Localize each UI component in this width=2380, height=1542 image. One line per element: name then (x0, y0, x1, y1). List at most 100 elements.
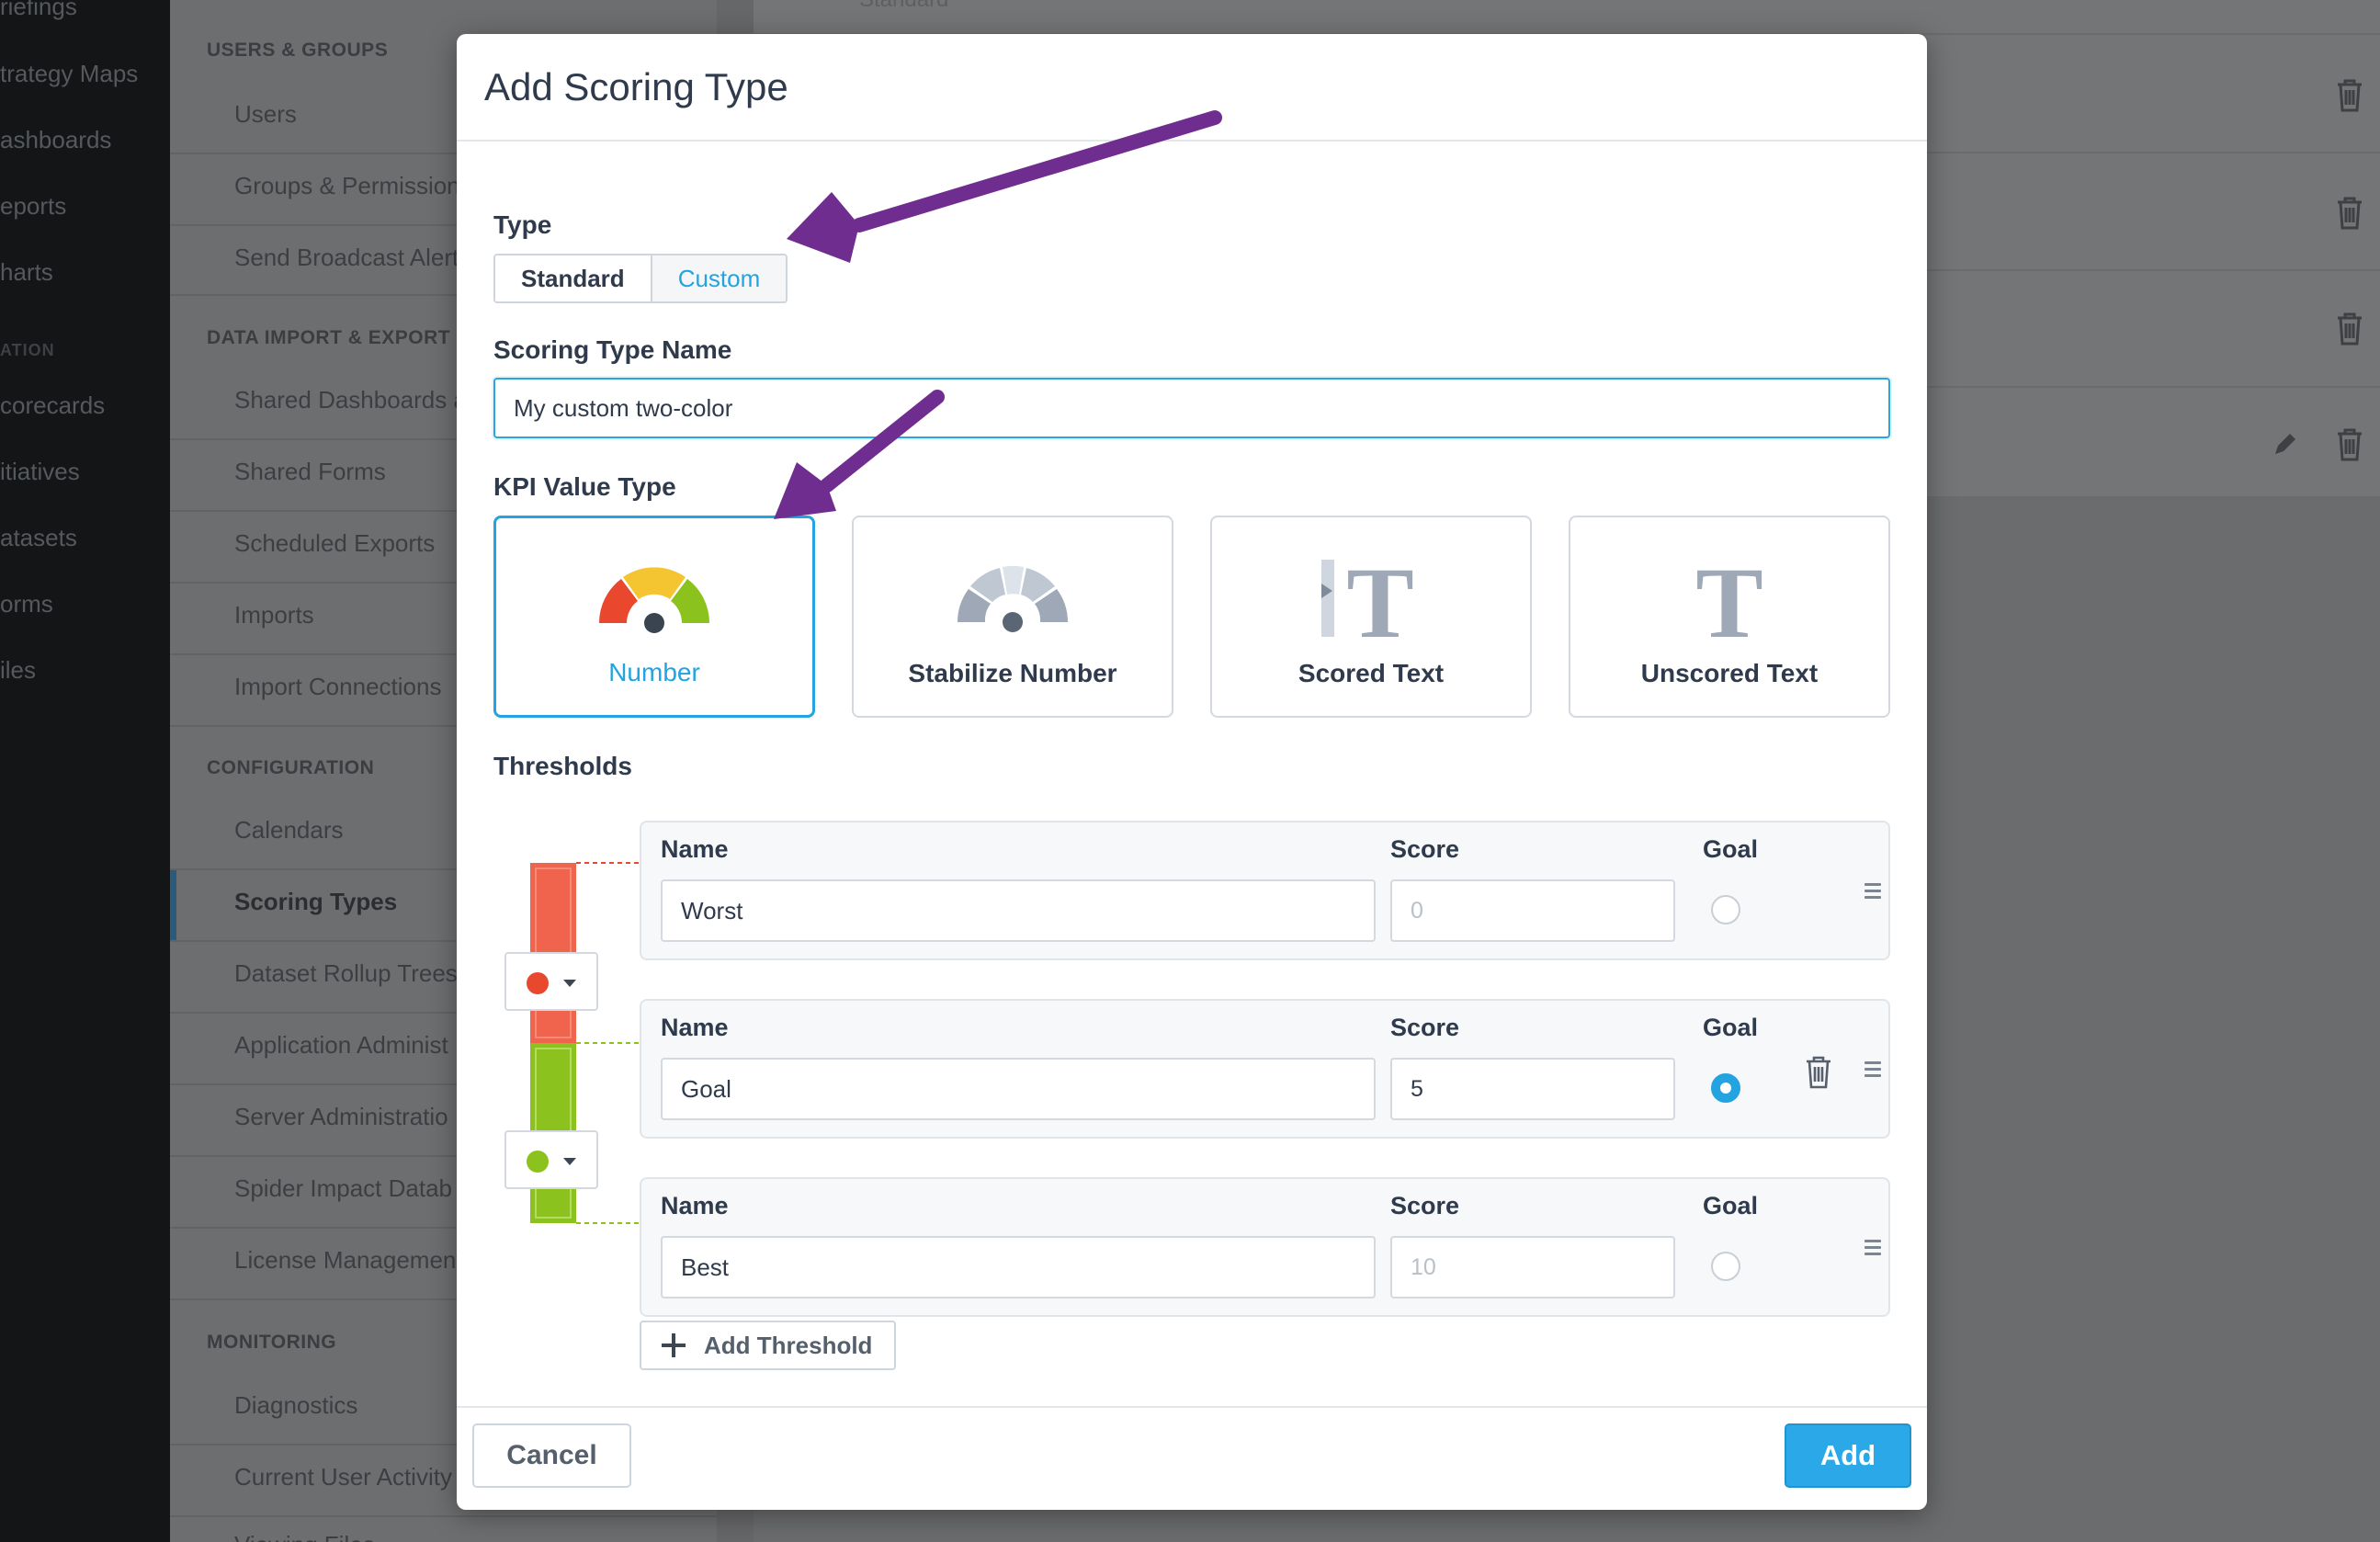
nav-item-scorecards[interactable]: corecards (0, 391, 105, 420)
trash-icon[interactable] (2334, 426, 2365, 463)
drag-handle-icon[interactable] (1864, 883, 1881, 899)
type-toggle: Standard Custom (493, 254, 788, 303)
kpi-type-stabilize-number-label: Stabilize Number (908, 659, 1117, 687)
left-navigation: riefings trategy Maps ashboards eports h… (0, 0, 170, 1542)
settings-item-groups-permissions[interactable]: Groups & Permissions (234, 172, 472, 200)
nav-item-strategy-maps[interactable]: trategy Maps (0, 60, 138, 88)
nav-item-files[interactable]: iles (0, 656, 36, 685)
list-item-label: Standard (859, 0, 948, 13)
settings-item-spider-impact-database[interactable]: Spider Impact Datab (234, 1174, 452, 1203)
section-monitoring: MONITORING (207, 1332, 337, 1353)
kpi-type-stabilize-number[interactable]: Stabilize Number (852, 516, 1173, 718)
gauge-color-icon (599, 567, 709, 633)
plus-icon (662, 1333, 686, 1357)
color-swatch (527, 1151, 549, 1173)
kpi-type-number[interactable]: Number (493, 516, 815, 718)
add-threshold-button[interactable]: Add Threshold (640, 1321, 897, 1370)
threshold-name-input[interactable]: Goal (661, 1058, 1376, 1120)
scoring-type-name-label: Scoring Type Name (493, 335, 732, 364)
trash-icon[interactable] (2334, 195, 2365, 232)
settings-item-server-administration[interactable]: Server Administratio (234, 1103, 448, 1131)
goal-radio[interactable] (1711, 895, 1740, 924)
cancel-button[interactable]: Cancel (472, 1423, 631, 1488)
color-picker-goal[interactable] (504, 1130, 598, 1189)
gauge-gray-icon (958, 565, 1068, 632)
scored-text-icon: T (1321, 552, 1414, 644)
add-button[interactable]: Add (1785, 1423, 1911, 1488)
settings-item-imports[interactable]: Imports (234, 601, 314, 629)
goal-column-label: Goal (1703, 1192, 1759, 1219)
drag-handle-icon[interactable] (1864, 1061, 1881, 1077)
dialog-title: Add Scoring Type (484, 64, 788, 108)
settings-item-calendars[interactable]: Calendars (234, 816, 344, 845)
nav-item-datasets[interactable]: atasets (0, 524, 77, 552)
drag-handle-icon[interactable] (1864, 1240, 1881, 1255)
svg-text:T: T (1346, 552, 1413, 644)
kpi-type-unscored-text-label: Unscored Text (1640, 659, 1819, 687)
goal-column-label: Goal (1703, 1014, 1759, 1041)
trash-icon[interactable] (1803, 1054, 1834, 1091)
type-custom-button[interactable]: Custom (650, 255, 787, 301)
nav-section-organization: ATION (0, 341, 55, 359)
kpi-type-scored-text-label: Scored Text (1298, 659, 1445, 687)
nav-item-briefings[interactable]: riefings (0, 0, 77, 21)
add-scoring-type-dialog: Add Scoring Type Type Standard Custom Sc… (457, 34, 1927, 1510)
section-configuration: CONFIGURATION (207, 757, 375, 778)
scoring-type-name-input[interactable]: My custom two-color (493, 378, 1890, 438)
settings-item-diagnostics[interactable]: Diagnostics (234, 1391, 357, 1420)
score-column-label: Score (1390, 1192, 1460, 1219)
threshold-score-input[interactable]: 5 (1390, 1058, 1675, 1120)
settings-item-viewing-files[interactable]: Viewing Files (234, 1531, 375, 1542)
unscored-text-icon: T (1695, 552, 1762, 644)
pencil-icon[interactable] (2272, 430, 2299, 458)
type-label: Type (493, 210, 552, 239)
settings-item-send-broadcast-alert[interactable]: Send Broadcast Alert (234, 244, 459, 272)
threshold-score-input[interactable]: 10 (1390, 1236, 1675, 1298)
threshold-color-band (530, 862, 639, 1224)
threshold-score-input[interactable]: 0 (1390, 879, 1675, 942)
nav-item-charts[interactable]: harts (0, 258, 53, 287)
settings-item-application-administration[interactable]: Application Administ (234, 1031, 448, 1060)
settings-item-scheduled-exports[interactable]: Scheduled Exports (234, 529, 435, 558)
threshold-name-input[interactable]: Best (661, 1236, 1376, 1298)
dialog-header: Add Scoring Type (457, 34, 1927, 142)
score-column-label: Score (1390, 1014, 1460, 1041)
dialog-body: Type Standard Custom Scoring Type Name M… (457, 142, 1927, 1440)
type-standard-button[interactable]: Standard (495, 255, 651, 301)
settings-item-license-management[interactable]: License Management (234, 1246, 463, 1275)
active-indicator (170, 870, 176, 940)
threshold-name-input[interactable]: Worst (661, 879, 1376, 942)
section-data-import-export: DATA IMPORT & EXPORT (207, 327, 451, 348)
settings-item-shared-forms[interactable]: Shared Forms (234, 458, 386, 486)
settings-item-current-user-activity[interactable]: Current User Activity (234, 1463, 452, 1491)
caret-down-icon (563, 1158, 576, 1165)
settings-item-dataset-rollup-trees[interactable]: Dataset Rollup Trees (234, 959, 458, 988)
svg-text:T: T (1695, 552, 1762, 644)
name-column-label: Name (661, 835, 729, 863)
settings-item-import-connections[interactable]: Import Connections (234, 673, 441, 701)
trash-icon[interactable] (2334, 77, 2365, 114)
nav-item-forms[interactable]: orms (0, 590, 53, 618)
goal-radio[interactable] (1711, 1252, 1740, 1281)
kpi-type-scored-text[interactable]: T Scored Text (1210, 516, 1532, 718)
trash-icon[interactable] (2334, 311, 2365, 347)
name-column-label: Name (661, 1014, 729, 1041)
nav-item-initiatives[interactable]: itiatives (0, 458, 80, 486)
kpi-type-unscored-text[interactable]: T Unscored Text (1569, 516, 1890, 718)
threshold-row-worst: Name Score Goal Worst 0 (640, 821, 1890, 960)
threshold-row-goal: Name Score Goal Goal 5 (640, 999, 1890, 1139)
name-column-label: Name (661, 1192, 729, 1219)
nav-item-reports[interactable]: eports (0, 192, 66, 221)
thresholds-label: Thresholds (493, 752, 632, 780)
kpi-type-number-label: Number (608, 658, 700, 686)
threshold-row-best: Name Score Goal Best 10 (640, 1177, 1890, 1317)
goal-radio-selected[interactable] (1711, 1073, 1740, 1103)
section-users-groups: USERS & GROUPS (207, 40, 389, 61)
add-threshold-label: Add Threshold (704, 1331, 873, 1359)
settings-item-shared-dashboards[interactable]: Shared Dashboards a (234, 386, 467, 414)
nav-item-dashboards[interactable]: ashboards (0, 126, 111, 154)
color-picker-worst[interactable] (504, 952, 598, 1011)
settings-item-scoring-types[interactable]: Scoring Types (234, 888, 397, 916)
settings-item-users[interactable]: Users (234, 100, 297, 129)
kpi-value-type-label: KPI Value Type (493, 472, 676, 501)
